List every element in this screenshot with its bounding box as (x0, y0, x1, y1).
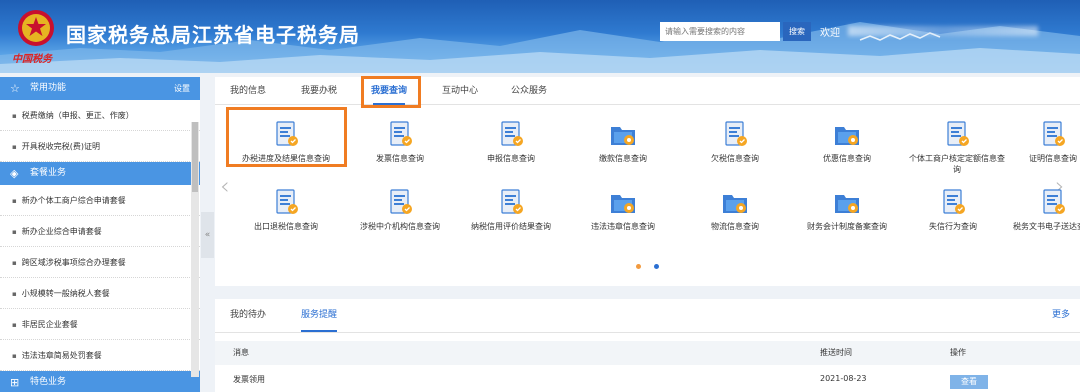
sidebar-item-package[interactable]: 新办企业综合申请套餐 (0, 216, 200, 247)
query-item[interactable]: 物流信息查询 (679, 187, 791, 232)
query-item[interactable]: 申报信息查询 (455, 119, 567, 164)
discount-folder-icon (832, 119, 862, 149)
query-item[interactable]: 税务文书电子送达查询 (997, 187, 1080, 232)
query-item[interactable]: 失信行为查询 (897, 187, 1009, 232)
todo-panel: 我的待办 服务提醒 更多 消息 推送时间 操作 发票领用 2021-08-23 … (215, 299, 1080, 392)
divider (215, 332, 1080, 333)
invoice-search-icon (385, 119, 415, 149)
carousel-prev-button[interactable]: ‹ (220, 172, 230, 200)
column-message: 消息 (233, 348, 249, 357)
export-refund-icon (271, 187, 301, 217)
carousel-dot[interactable] (636, 264, 641, 269)
query-item-label: 出口退税信息查询 (254, 222, 318, 231)
declaration-chart-icon (496, 119, 526, 149)
query-item-label: 申报信息查询 (487, 154, 535, 163)
tab-my-todo[interactable]: 我的待办 (230, 299, 266, 332)
tax-logo-text: 中国税务 (12, 54, 52, 65)
query-item-label: 优惠信息查询 (823, 154, 871, 163)
settings-link[interactable]: 设置 (174, 77, 190, 100)
tab-my-info[interactable]: 我的信息 (230, 77, 266, 105)
highlight-progress-query (226, 107, 347, 167)
query-item-label: 个体工商户核定定额信息查询 (909, 154, 1005, 174)
highlight-query-tab (361, 76, 421, 108)
query-item-label: 纳税信用评价结果查询 (471, 222, 551, 231)
column-action: 操作 (950, 348, 966, 357)
tab-tax-handling[interactable]: 我要办税 (301, 77, 337, 105)
query-item[interactable]: 欠税信息查询 (679, 119, 791, 164)
site-title: 国家税务总局江苏省电子税务局 (66, 23, 360, 47)
tax-owed-icon (720, 119, 750, 149)
query-item-label: 欠税信息查询 (711, 154, 759, 163)
query-item[interactable]: 纳税信用评价结果查询 (455, 187, 567, 232)
welcome-text: 欢迎 (820, 28, 840, 39)
row-time: 2021-08-23 (820, 374, 867, 383)
main-tabs: 我的信息 我要办税 我要查询 互动中心 公众服务 (215, 77, 1080, 105)
query-item-label: 失信行为查询 (929, 222, 977, 231)
violation-folder-icon (608, 187, 638, 217)
sidebar-item-package[interactable]: 新办个体工商户综合申请套餐 (0, 185, 200, 216)
query-item[interactable]: 发票信息查询 (344, 119, 456, 164)
column-push-time: 推送时间 (820, 348, 852, 357)
username-blurred (848, 26, 1038, 36)
sidebar: ☆ 常用功能 设置 税费缴纳（申报、更正、作废） 开具税收完税(费)证明 ◈ 套… (0, 77, 200, 392)
query-item-label: 发票信息查询 (376, 154, 424, 163)
sidebar-item-package[interactable]: 小规模转一般纳税人套餐 (0, 278, 200, 309)
query-item[interactable]: 出口退税信息查询 (230, 187, 342, 232)
sidebar-header-special[interactable]: ⊞ 特色业务 (0, 371, 200, 392)
query-item-label: 税务文书电子送达查询 (1013, 222, 1080, 231)
logistics-folder-icon (720, 187, 750, 217)
dishonesty-icon (938, 187, 968, 217)
query-item-label: 物流信息查询 (711, 222, 759, 231)
sidebar-scrollbar[interactable] (191, 122, 199, 377)
scrollbar-thumb[interactable] (192, 122, 198, 192)
carousel-dot-active[interactable] (654, 264, 659, 269)
table-header: 消息 推送时间 操作 (215, 341, 1080, 365)
sidebar-item-tax-certificate[interactable]: 开具税收完税(费)证明 (0, 131, 200, 162)
query-item[interactable]: 涉税中介机构信息查询 (344, 187, 456, 232)
query-item-label: 涉税中介机构信息查询 (360, 222, 440, 231)
row-message: 发票领用 (233, 375, 265, 384)
sidebar-header-label: 套餐业务 (30, 168, 67, 178)
package-icon: ◈ (10, 167, 19, 180)
grid-icon: ⊞ (10, 376, 20, 389)
tab-interaction[interactable]: 互动中心 (442, 77, 478, 105)
credit-evaluation-icon (496, 187, 526, 217)
sidebar-item-package[interactable]: 非居民企业套餐 (0, 309, 200, 340)
site-header: 中国税务 国家税务总局江苏省电子税务局 搜索 欢迎 (0, 0, 1080, 73)
collapse-sidebar-button[interactable]: « (201, 212, 214, 258)
sidebar-header-label: 特色业务 (30, 377, 67, 387)
query-item-label: 违法违章信息查询 (591, 222, 655, 231)
star-icon: ☆ (10, 82, 20, 95)
sidebar-header-packages[interactable]: ◈ 套餐业务 (0, 162, 200, 185)
query-item[interactable]: 财务会计制度备案查询 (791, 187, 903, 232)
query-item-label: 财务会计制度备案查询 (807, 222, 887, 231)
agency-building-icon (385, 187, 415, 217)
sidebar-item-tax-payment[interactable]: 税费缴纳（申报、更正、作废） (0, 100, 200, 131)
search-button[interactable]: 搜索 (783, 22, 811, 41)
national-emblem-icon (18, 10, 54, 46)
payment-chart-icon (608, 119, 638, 149)
query-item-label: 证明信息查询 (1029, 154, 1077, 163)
individual-business-icon (942, 119, 972, 149)
e-document-icon (1038, 187, 1068, 217)
query-item[interactable]: 违法违章信息查询 (567, 187, 679, 232)
query-item[interactable]: 缴款信息查询 (567, 119, 679, 164)
query-item-label: 缴款信息查询 (599, 154, 647, 163)
sidebar-item-package[interactable]: 违法违章简易处罚套餐 (0, 340, 200, 371)
query-item[interactable]: 优惠信息查询 (791, 119, 903, 164)
certificate-icon (1038, 119, 1068, 149)
tab-public-service[interactable]: 公众服务 (511, 77, 547, 105)
more-link[interactable]: 更多 (1052, 299, 1070, 332)
sidebar-header-common[interactable]: ☆ 常用功能 设置 (0, 77, 200, 100)
query-item[interactable]: 证明信息查询 (997, 119, 1080, 164)
view-button[interactable]: 查看 (950, 375, 988, 389)
tab-service-reminder[interactable]: 服务提醒 (301, 299, 338, 332)
search-input[interactable] (660, 22, 780, 41)
sidebar-item-package[interactable]: 跨区域涉税事项综合办理套餐 (0, 247, 200, 278)
accounting-filing-icon (832, 187, 862, 217)
sidebar-header-label: 常用功能 (30, 83, 67, 93)
